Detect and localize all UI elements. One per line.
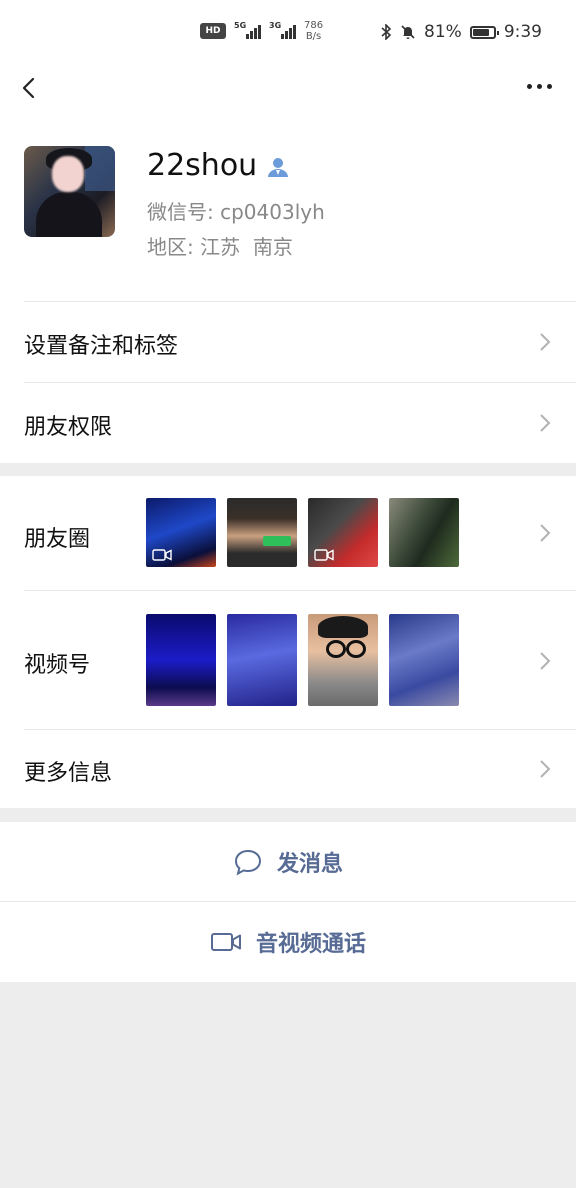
sim2-signal-icon: 3G	[269, 21, 296, 39]
video-camera-icon	[210, 933, 241, 951]
moments-thumbnail	[308, 498, 378, 567]
video-call-label: 音视频通话	[255, 932, 366, 957]
video-badge-icon	[314, 549, 334, 561]
wechat-id-line: 微信号: cp0403lyh	[147, 196, 325, 225]
wechat-id-label: 微信号:	[147, 200, 214, 224]
region-line: 地区: 江苏 南京	[147, 231, 293, 260]
network-speed-value: 786	[304, 20, 324, 31]
wechat-id: cp0403lyh	[220, 200, 325, 224]
channels-thumbnail	[227, 614, 297, 706]
send-message-label: 发消息	[276, 852, 343, 877]
chevron-right-icon	[540, 333, 551, 351]
chat-bubble-icon	[234, 849, 261, 876]
channels-thumbnail	[146, 614, 216, 706]
network-speed-unit: B/s	[305, 31, 322, 42]
back-arrow-icon[interactable]	[18, 76, 42, 100]
settings-group: 设置备注和标签 朋友权限	[0, 301, 576, 463]
network-indicators: HD 5G 3G 786 B/s	[200, 20, 323, 42]
moments-thumbnail	[227, 498, 297, 567]
moments-row[interactable]: 朋友圈	[0, 476, 576, 590]
friend-permissions-row[interactable]: 朋友权限	[0, 382, 576, 463]
battery-percent: 81%	[424, 22, 462, 42]
nickname-row: 22shou	[147, 148, 289, 183]
video-call-button[interactable]: 音视频通话	[0, 902, 576, 982]
status-bar: HD 5G 3G 786 B/s 81% 9:39	[0, 0, 576, 68]
channels-thumbnails	[146, 614, 459, 706]
battery-icon	[469, 25, 499, 39]
chevron-right-icon	[540, 652, 551, 670]
chevron-right-icon	[540, 414, 551, 432]
sim1-signal-icon: 5G	[234, 21, 261, 39]
region-label: 地区:	[147, 235, 194, 259]
profile-header: 22shou 微信号: cp0403lyh 地区: 江苏 南京	[0, 128, 576, 301]
avatar[interactable]	[24, 146, 115, 237]
mute-bell-icon	[401, 25, 415, 39]
send-message-button[interactable]: 发消息	[0, 822, 576, 902]
contact-person-icon	[268, 157, 289, 177]
top-navigation	[0, 68, 576, 128]
channels-row[interactable]: 视频号	[0, 590, 576, 729]
channels-thumbnail	[308, 614, 378, 706]
sim1-gen: 5G	[234, 21, 247, 30]
channels-label: 视频号	[24, 653, 91, 678]
clock: 9:39	[503, 22, 542, 42]
friend-permissions-label: 朋友权限	[24, 415, 113, 440]
region: 江苏 南京	[200, 235, 293, 259]
moments-thumbnail	[389, 498, 459, 567]
channels-thumbnail	[389, 614, 459, 706]
system-indicators: 81% 9:39	[380, 22, 542, 42]
content-group: 朋友圈 视频号 更多信息	[0, 476, 576, 808]
hd-badge: HD	[200, 23, 226, 39]
moments-thumbnails	[146, 498, 459, 567]
more-info-row[interactable]: 更多信息	[0, 729, 576, 808]
network-speed: 786 B/s	[304, 20, 323, 42]
moments-thumbnail	[146, 498, 216, 567]
remark-tags-label: 设置备注和标签	[24, 334, 179, 359]
chevron-right-icon	[540, 524, 551, 542]
bluetooth-icon	[381, 24, 392, 40]
sim2-gen: 3G	[269, 21, 282, 30]
more-options-icon[interactable]	[527, 84, 552, 89]
moments-label: 朋友圈	[24, 527, 91, 552]
nickname: 22shou	[147, 148, 258, 183]
chevron-right-icon	[540, 760, 551, 778]
video-badge-icon	[152, 549, 172, 561]
more-info-label: 更多信息	[24, 761, 113, 786]
remark-tags-row[interactable]: 设置备注和标签	[0, 301, 576, 382]
